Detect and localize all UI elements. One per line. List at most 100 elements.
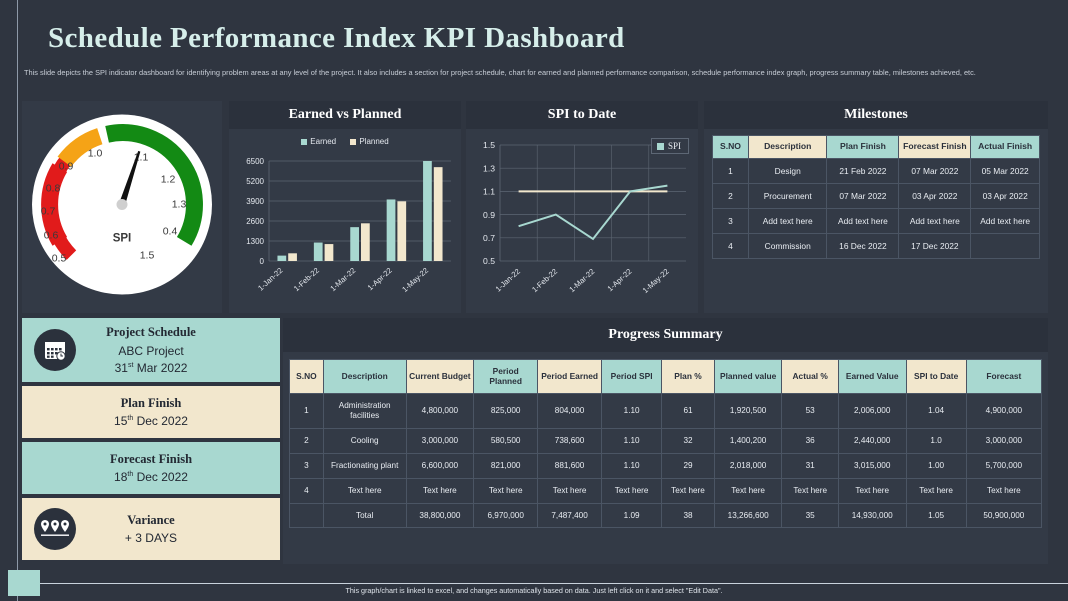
footer-note: This graph/chart is linked to excel, and… [345,586,723,595]
milestones-header-1: Description [747,135,828,159]
progress-cell-0-7: 1,920,500 [713,393,783,429]
bar-earned-1 [313,242,323,261]
line-ytick-1.5: 1.5 [483,140,495,150]
schedule-value2-3: + 3 DAYS [124,531,178,545]
bar-earned-4 [423,161,432,261]
milestones-cell-3-1: Commission [747,232,828,259]
spi-legend-swatch [656,142,664,150]
progress-cell-4-4: 7,487,400 [537,502,603,529]
gauge-tick-1-3: 1.3 [172,199,187,211]
gauge-tick-0-7: 0.7 [41,206,56,218]
spi-to-date-title: SPI to Date [466,101,698,129]
schedule-value2-0: 31st Mar 2022 [114,361,188,375]
schedule-row-2: Forecast Finish 18th Dec 2022 [22,442,280,494]
project-schedule-panel: Project Schedule ABC Project 31st Mar 2022… [22,318,280,564]
spi-to-date-body: 0.5 0.7 0.9 1.1 1.3 1.5 1-Jan-22 1-Feb-22 1-Mar-… [466,129,698,313]
progress-summary-panel: Progress Summary S.NO Description Current … [283,318,1048,564]
page-subtitle: This slide depicts the SPI indicator das… [24,68,976,77]
milestones-cell-2-3: Add text here [898,207,972,234]
line-ytick-0.7: 0.7 [483,233,495,243]
milestones-cell-2-1: Add text here [747,207,828,234]
progress-cell-0-11: 4,900,000 [965,393,1043,429]
gauge-tick-0-8: 0.8 [46,183,61,195]
bar-planned-0 [288,253,297,261]
page-title: Schedule Performance Index KPI Dashboard [48,22,625,54]
progress-cell-2-0: 3 [289,452,324,479]
progress-cell-1-10: 1.0 [905,428,967,454]
spi-gauge-panel: 0.5 0.6 0.7 0.8 0.9 1.0 1.1 1.2 1.3 0.4 … [22,101,222,313]
progress-cell-4-10: 1.05 [905,502,967,529]
progress-cell-3-10: Text here [905,477,967,504]
gauge-tick-0-6: 0.6 [44,230,59,242]
spi-gauge: 0.5 0.6 0.7 0.8 0.9 1.0 1.1 1.2 1.3 0.4 … [29,107,215,308]
calendar-icon [34,329,76,371]
earned-vs-planned-panel: Earned vs Planned Earned Planned 0 1300 26… [229,101,461,313]
milestones-cell-3-3: 17 Dec 2022 [898,232,972,259]
progress-header-10: SPI to Date [905,358,967,395]
progress-cell-4-3: 6,970,000 [473,502,539,529]
schedule-label-3: Variance [127,513,175,527]
milestones-cell-1-0: 2 [712,182,749,209]
milestones-cell-2-4: Add text here [970,207,1040,234]
pins-icon [34,508,76,550]
milestones-panel: Milestones S.NO Description Plan Finish For… [704,101,1048,313]
progress-cell-1-7: 1,400,200 [713,428,783,454]
schedule-label-2: Forecast Finish [109,452,193,466]
gauge-tick-1-5: 1.5 [140,250,155,262]
progress-cell-1-11: 3,000,000 [965,428,1043,454]
bar-planned-4 [433,167,443,261]
progress-cell-3-0: 4 [289,477,324,504]
milestones-cell-0-3: 07 Mar 2022 [898,157,972,184]
progress-cell-2-6: 29 [661,452,715,479]
gauge-label: SPI [113,233,132,245]
spi-legend-label: SPI [667,141,681,151]
progress-cell-4-9: 14,930,000 [837,502,907,529]
progress-cell-1-1: Cooling [322,428,407,454]
progress-cell-3-11: Text here [965,477,1043,504]
progress-cell-4-1: Total [322,502,407,529]
progress-cell-3-6: Text here [661,477,715,504]
progress-header-4: Period Earned [537,358,603,395]
bar-earned-2 [350,227,359,261]
earned-vs-planned-chart: 0 1300 2600 3900 5200 6500 1-Jan-22 1-Feb-22 1-M… [246,157,451,294]
line-xtick-0: 1-Jan-22 [494,267,522,294]
table-row: 1 Administration facilities 4,800,000 825,0… [289,393,1043,429]
schedule-value1-0: ABC Project [118,344,184,358]
progress-cell-2-11: 5,700,000 [965,452,1043,479]
progress-header-8: Actual % [781,358,839,395]
earned-vs-planned-body: Earned Planned 0 1300 2600 3900 5200 6500 1-Ja… [229,129,461,313]
bar-earned-0 [277,255,287,261]
table-row: 3 Fractionating plant 6,600,000 821,000 881,… [289,452,1043,479]
progress-cell-4-7: 13,266,600 [713,502,783,529]
progress-cell-4-8: 35 [781,502,839,529]
progress-cell-0-1: Administration facilities [322,393,407,429]
progress-cell-0-0: 1 [289,393,324,429]
progress-header-11: Forecast [965,358,1043,395]
gauge-tick-1-2: 1.2 [161,174,176,186]
bar-planned-1 [324,244,334,261]
schedule-value2-2: 18th Dec 2022 [114,470,188,484]
table-row: 4 Text here Text here Text here Text here Tex… [289,477,1043,504]
progress-cell-2-4: 881,600 [537,452,603,479]
progress-header-9: Earned Value [837,358,907,395]
table-row: 2 Cooling 3,000,000 580,500 738,600 1.10 32 1,4… [289,428,1043,454]
bar-planned-3 [397,201,407,261]
table-row: 1 Design 21 Feb 2022 07 Mar 2022 05 Mar 2022 [712,157,1040,184]
progress-cell-0-5: 1.10 [601,393,663,429]
line-xtick-1: 1-Feb-22 [530,267,559,294]
milestones-cell-0-4: 05 Mar 2022 [970,157,1040,184]
progress-header-5: Period SPI [601,358,663,395]
milestones-header-3: Forecast Finish [898,135,972,159]
progress-header-0: S.NO [289,358,324,395]
milestones-cell-1-1: Procurement [747,182,828,209]
progress-cell-3-2: Text here [405,477,475,504]
milestones-cell-3-2: 16 Dec 2022 [826,232,900,259]
line-xtick-2: 1-Mar-22 [567,267,596,294]
milestones-cell-0-0: 1 [712,157,749,184]
schedule-value2-1: 15th Dec 2022 [114,414,188,428]
progress-cell-4-6: 38 [661,502,715,529]
gauge-tick-0-5: 0.5 [52,253,67,265]
gauge-tick-1-0: 1.0 [88,148,103,160]
line-ytick-0.5: 0.5 [483,256,495,266]
schedule-row-0: Project Schedule ABC Project 31st Mar 2022 [22,318,280,382]
